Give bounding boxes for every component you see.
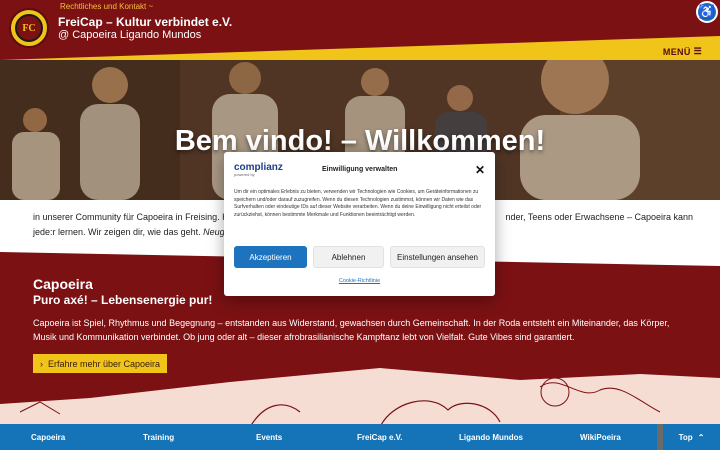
cookie-policy-link[interactable]: Cookie-Richtlinie bbox=[224, 278, 495, 284]
consent-title: Einwilligung verwalten bbox=[322, 166, 398, 173]
consent-text: Um dir ein optimales Erlebnis zu bieten,… bbox=[234, 189, 482, 218]
close-icon[interactable]: ✕ bbox=[475, 163, 485, 177]
view-settings-button[interactable]: Einstellungen ansehen bbox=[390, 246, 485, 268]
accept-button[interactable]: Akzeptieren bbox=[234, 246, 307, 268]
consent-dialog: complianz powered by Einwilligung verwal… bbox=[224, 152, 495, 296]
powered-by-label: powered by bbox=[234, 172, 255, 177]
deny-button[interactable]: Ablehnen bbox=[313, 246, 384, 268]
